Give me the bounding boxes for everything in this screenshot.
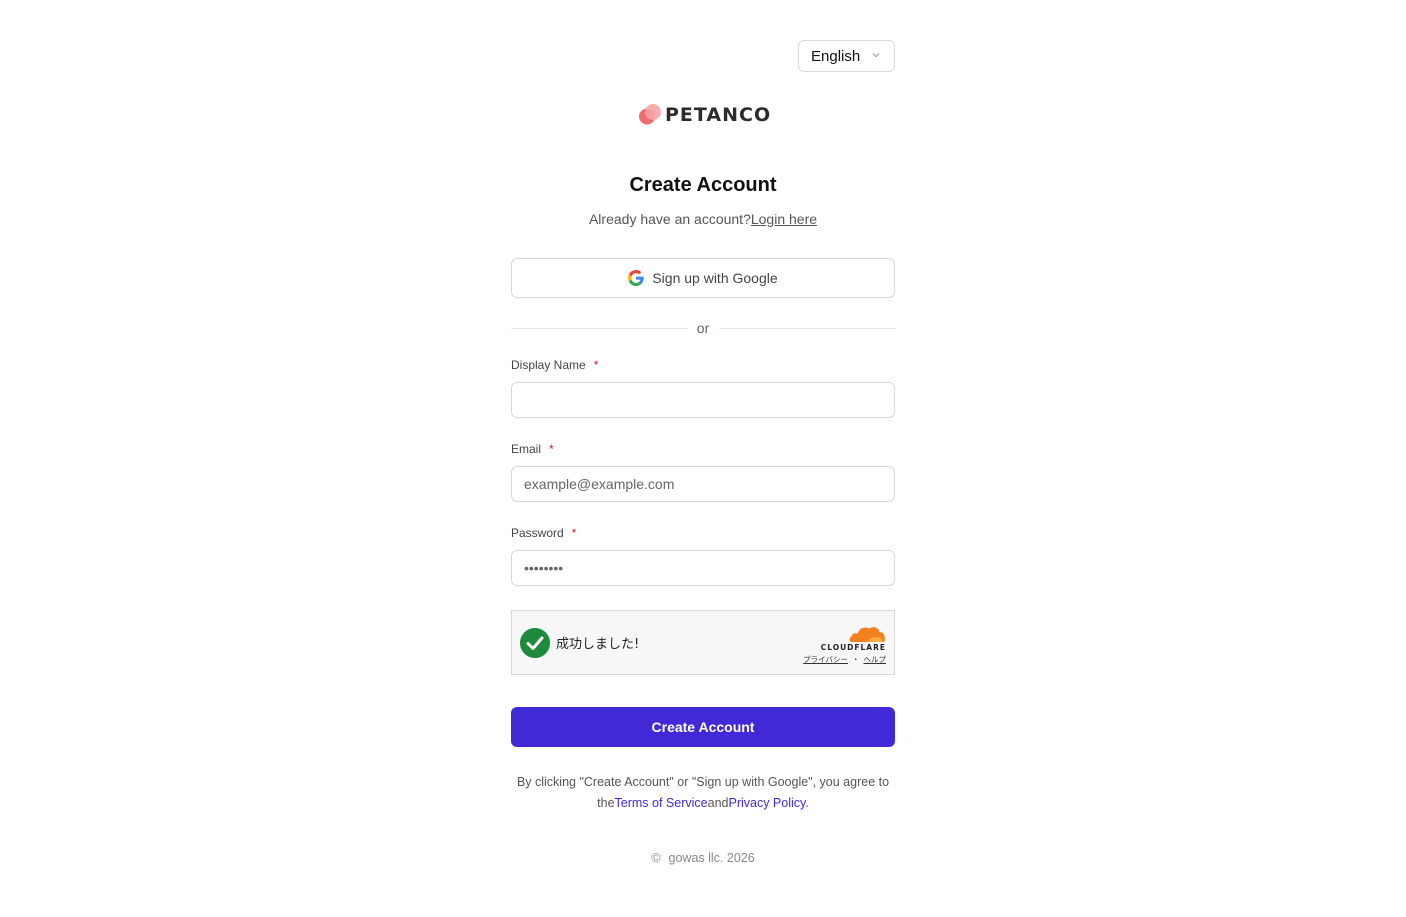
captcha-links: プライバシー・ヘルプ [803,654,886,665]
page-title: Create Account [629,174,777,196]
or-divider: or [511,318,896,338]
google-button-label: Sign up with Google [652,270,778,286]
email-input[interactable] [511,466,895,502]
chevron-down-icon [872,53,880,58]
login-link[interactable]: Login here [751,211,817,227]
copyright-icon: © [651,851,661,865]
google-icon [628,270,645,286]
captcha-link-separator: ・ [852,655,860,664]
signup-page: English PETANCO Create Account Already h… [0,0,1406,917]
legal-end: . [805,796,809,810]
email-label-text: Email [511,442,542,456]
display-name-label: Display Name * [511,358,598,372]
language-select[interactable]: English [798,40,895,72]
password-label: Password * [511,526,576,540]
language-value: English [811,47,861,65]
password-label-text: Password [511,526,564,540]
captcha-widget[interactable]: 成功しました! CLOUDFLARE プライバシー・ヘルプ [511,610,895,675]
success-check-icon [520,628,550,658]
password-input[interactable] [511,550,895,586]
display-name-input[interactable] [511,382,895,418]
footer: © gowas llc. 2026 [511,851,895,865]
brand-logo[interactable]: PETANCO [638,102,771,128]
cloudflare-cloud-icon [849,627,885,642]
create-account-button[interactable]: Create Account [511,707,895,747]
terms-link[interactable]: Terms of Service [615,796,708,810]
legal-notice: By clicking "Create Account" or "Sign up… [507,772,899,814]
login-prompt: Already have an account?Login here [511,211,895,227]
divider-line-right [719,327,896,329]
google-signup-button[interactable]: Sign up with Google [511,258,895,298]
captcha-status: 成功しました! [556,637,640,652]
login-prompt-text: Already have an account? [588,211,751,227]
required-mark: * [549,442,554,456]
divider-text: or [696,320,710,336]
email-label: Email * [511,442,554,456]
captcha-privacy-link[interactable]: プライバシー [803,655,848,664]
brand-name: PETANCO [665,104,772,126]
required-mark: * [593,358,599,372]
petanco-logo-icon [639,104,661,125]
privacy-policy-link[interactable]: Privacy Policy [728,796,805,810]
cloudflare-branding: CLOUDFLARE プライバシー・ヘルプ [802,625,886,665]
cloudflare-wordmark: CLOUDFLARE [820,643,886,652]
divider-line-left [511,327,687,329]
footer-text: gowas llc. 2026 [668,851,755,865]
required-mark: * [571,526,577,540]
legal-and: and [707,796,729,810]
display-name-label-text: Display Name [511,358,586,372]
captcha-help-link[interactable]: ヘルプ [864,655,887,664]
